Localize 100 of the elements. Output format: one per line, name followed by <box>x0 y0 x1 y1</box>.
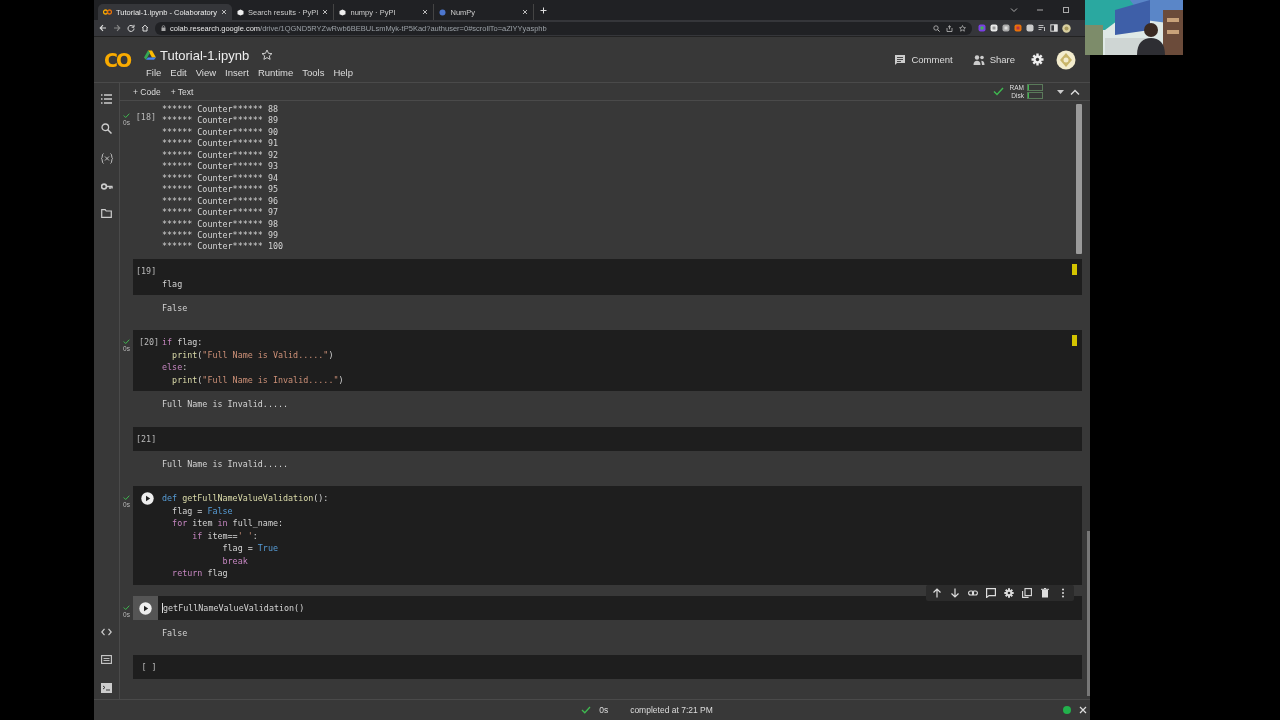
new-tab-icon[interactable] <box>540 6 548 14</box>
output-text: ****** Counter****** 89 <box>162 115 279 127</box>
back-icon[interactable] <box>99 24 107 32</box>
home-icon[interactable] <box>141 24 149 32</box>
scrollbar[interactable] <box>1076 104 1082 254</box>
output-text: ****** Counter****** 88 <box>162 104 279 116</box>
chevron-down-icon[interactable] <box>1010 7 1018 13</box>
minimize-icon[interactable] <box>1036 7 1044 13</box>
execution-count: [19] <box>135 265 157 278</box>
maximize-icon[interactable] <box>1062 6 1070 14</box>
delete-icon[interactable] <box>1040 587 1050 598</box>
output-text: ****** Counter****** 99 <box>162 230 279 242</box>
close-icon[interactable] <box>322 9 329 15</box>
folder-icon[interactable] <box>101 209 112 218</box>
code-cell[interactable]: [ ] <box>133 655 1082 680</box>
move-up-icon[interactable] <box>932 587 942 598</box>
notebook-title[interactable]: Tutorial-1.ipynb <box>160 47 250 63</box>
code-line: flag = False <box>171 504 233 518</box>
code-line: else: <box>162 361 188 374</box>
profile-avatar-icon[interactable] <box>1062 23 1071 33</box>
mirror-cell-icon[interactable] <box>1022 587 1032 598</box>
output-text: ****** Counter****** 91 <box>162 138 279 150</box>
command-palette-icon[interactable] <box>101 655 112 664</box>
terminal-icon[interactable] <box>101 683 112 693</box>
comment-icon <box>894 53 907 66</box>
output-text: ****** Counter****** 92 <box>162 149 279 162</box>
settings-icon[interactable] <box>1004 587 1014 598</box>
star-icon[interactable] <box>959 24 966 32</box>
share-button[interactable]: Share <box>968 53 1019 66</box>
code-line: print("Full Name is Invalid.....") <box>171 373 344 387</box>
side-panel-icon[interactable] <box>1050 24 1058 32</box>
menu-item[interactable]: Tools <box>302 66 325 78</box>
drive-icon <box>144 50 156 60</box>
code-line: if item==' ': <box>191 529 258 543</box>
close-icon[interactable] <box>422 9 429 15</box>
run-button[interactable] <box>141 492 154 506</box>
code-line: flag <box>162 277 183 290</box>
comment-button[interactable]: Comment <box>890 53 957 66</box>
reload-icon[interactable] <box>127 24 135 32</box>
share-icon[interactable] <box>946 24 953 32</box>
cube-icon <box>339 8 347 16</box>
code-line: return flag <box>171 567 228 580</box>
search-icon[interactable] <box>101 123 112 134</box>
zoom-icon[interactable] <box>933 24 940 32</box>
execution-count: [21] <box>135 432 157 446</box>
collapse-icon[interactable] <box>1070 88 1080 95</box>
output-text: ****** Counter****** 96 <box>162 195 279 208</box>
globe-icon <box>439 8 447 16</box>
code-cell[interactable]: getFullNameValueValidation() <box>133 595 1082 620</box>
code-cell[interactable]: [21] <box>133 426 1082 451</box>
table-of-contents-icon[interactable] <box>101 94 112 104</box>
menu-item[interactable]: Edit <box>170 66 187 78</box>
output-text: ****** Counter****** 97 <box>162 207 279 219</box>
close-icon[interactable] <box>522 9 529 15</box>
execution-count: [18] <box>134 111 157 124</box>
colab-logo-icon <box>103 9 112 15</box>
menu-item[interactable]: Runtime <box>257 66 294 78</box>
insert-button[interactable]: + Text <box>167 86 197 97</box>
settings-icon[interactable] <box>1031 53 1044 66</box>
code-cell[interactable]: [20] if flag: print("Full Name is Valid.....") else: print("Full Name is Invalid.....") <box>133 330 1082 392</box>
code-line: flag = True <box>221 542 278 555</box>
code-line: print("Full Name is Valid.....") <box>171 348 334 362</box>
code-line: def getFullNameValueValidation(): <box>162 492 329 505</box>
variables-icon[interactable] <box>100 153 113 164</box>
insert-button[interactable]: + Code <box>130 86 164 97</box>
reading-list-icon[interactable] <box>1038 24 1046 32</box>
code-cell[interactable]: [19] flag <box>133 259 1082 295</box>
code-line: if flag: <box>162 336 203 349</box>
scrollbar[interactable] <box>1087 531 1090 696</box>
account-avatar-icon[interactable] <box>1056 49 1076 70</box>
link-icon[interactable] <box>968 587 978 598</box>
output-text: ****** Counter****** 98 <box>162 218 279 230</box>
output-text: ****** Counter****** 93 <box>162 161 279 173</box>
output-text: Full Name is Invalid..... <box>162 399 290 411</box>
code-line: getFullNameValueValidation() <box>162 601 305 615</box>
move-down-icon[interactable] <box>950 587 960 598</box>
run-button[interactable] <box>139 601 152 615</box>
run-duration: 0s <box>599 705 609 715</box>
menu-item[interactable]: View <box>195 66 217 78</box>
status-message: completed at 7:21 PM <box>630 705 713 715</box>
code-cell[interactable]: def getFullNameValueValidation(): flag = False for item in full_name: if item==' ': flag = True break return flag <box>133 486 1082 585</box>
cube-icon <box>237 8 244 16</box>
close-icon[interactable] <box>221 9 227 15</box>
output-text: False <box>162 627 189 640</box>
key-icon[interactable] <box>100 183 113 190</box>
dropdown-icon[interactable] <box>1057 89 1064 94</box>
close-icon[interactable] <box>1079 706 1087 714</box>
code-snippets-icon[interactable] <box>101 628 112 636</box>
output-text: ****** Counter****** 90 <box>162 126 279 139</box>
colab-logo[interactable]: CO <box>94 48 140 71</box>
execution-count: [20] <box>137 336 160 349</box>
comment-icon[interactable] <box>986 587 996 598</box>
menu-item[interactable]: Insert <box>225 66 249 78</box>
menu-item[interactable]: File <box>146 66 162 78</box>
output-text: Full Name is Invalid..... <box>162 458 290 471</box>
forward-icon <box>113 24 121 32</box>
star-icon[interactable] <box>261 49 274 61</box>
menu-item[interactable]: Help <box>333 66 353 78</box>
lock-icon <box>161 25 166 31</box>
output-text: ****** Counter****** 100 <box>162 241 283 253</box>
